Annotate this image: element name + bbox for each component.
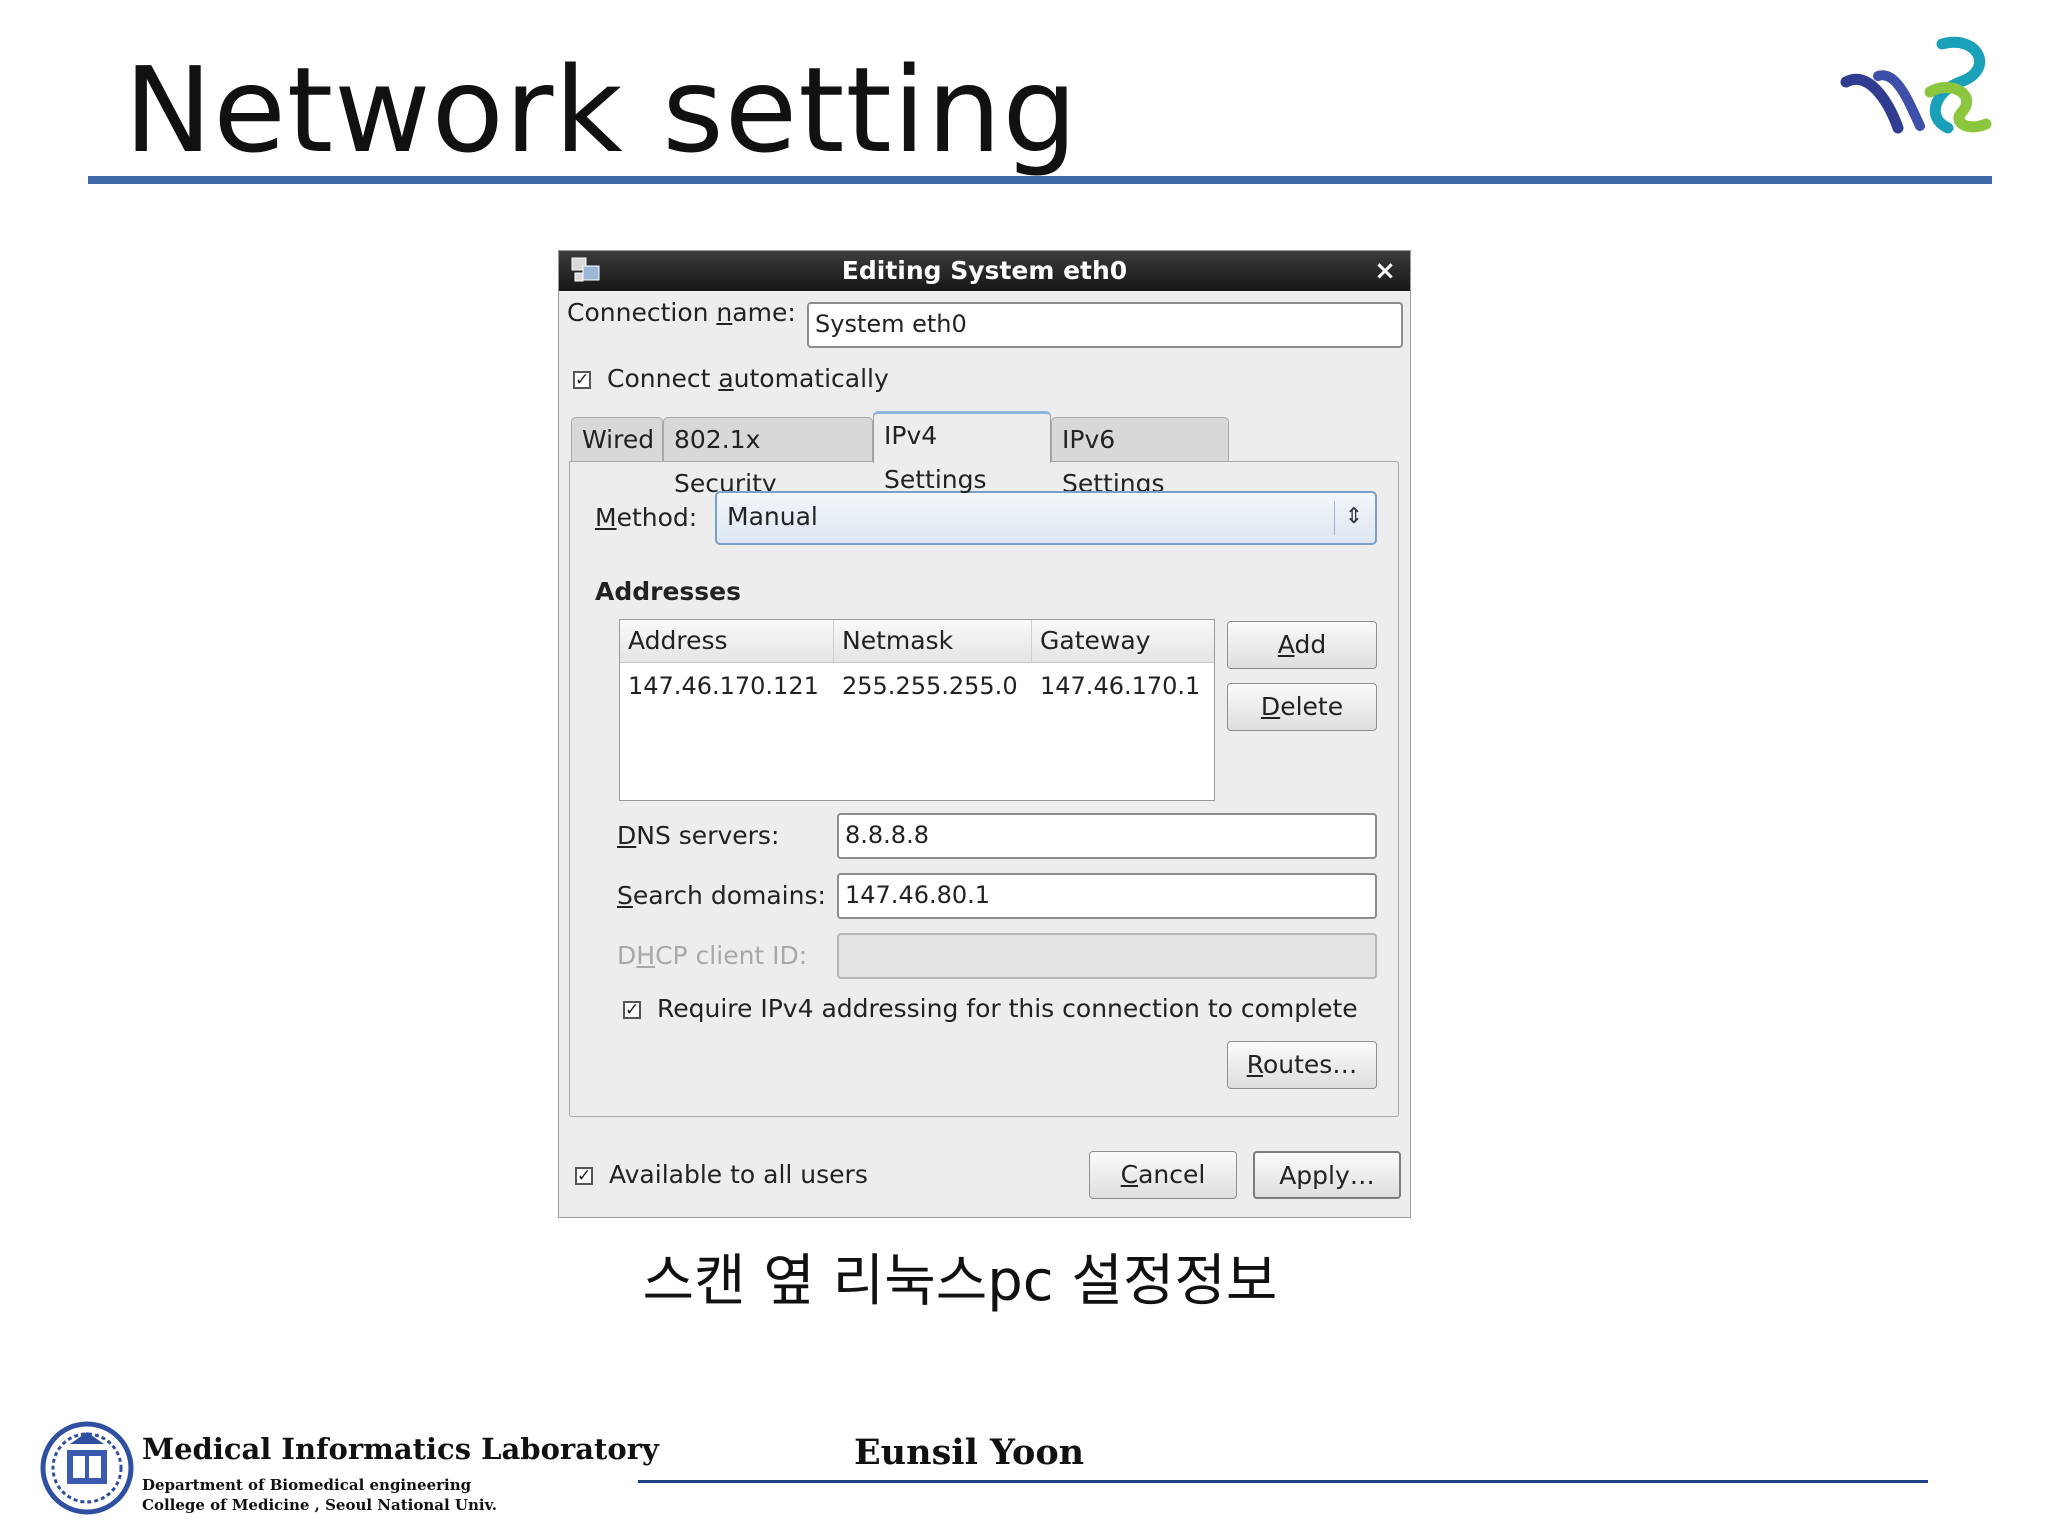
lab-logo [1840, 36, 1992, 134]
slide-caption: 스캔 옆 리눅스pc 설정정보 [642, 1249, 1278, 1314]
dns-servers-input[interactable]: 8.8.8.8 [837, 813, 1377, 859]
tab-wired[interactable]: Wired [571, 417, 663, 461]
require-ipv4-checkbox[interactable]: ✓ [623, 1001, 641, 1019]
column-header-address[interactable]: Address [620, 620, 834, 662]
title-divider [88, 176, 1992, 184]
combo-separator [1334, 501, 1335, 535]
dhcp-client-id-label: DHCP client ID: [617, 941, 808, 970]
routes-button[interactable]: Routes… [1227, 1041, 1377, 1089]
connection-name-label: Connection name: [567, 298, 796, 327]
delete-address-button[interactable]: Delete [1227, 683, 1377, 731]
address-cell: 147.46.170.121 [628, 672, 819, 700]
apply-button[interactable]: Apply… [1253, 1151, 1401, 1199]
table-header: Address Netmask Gateway [620, 620, 1214, 663]
lab-name: Medical Informatics Laboratory [142, 1432, 659, 1466]
dhcp-client-id-input [837, 933, 1377, 979]
require-ipv4-label: Require IPv4 addressing for this connect… [657, 994, 1358, 1023]
method-label: Method: [595, 503, 698, 532]
university-seal-logo [40, 1421, 134, 1515]
available-to-all-users-label: Available to all users [609, 1160, 868, 1189]
tab-802-1x-security[interactable]: 802.1x Security [663, 417, 873, 498]
slide-title: Network setting [124, 41, 1079, 179]
department-line: Department of Biomedical engineering [142, 1476, 472, 1494]
college-line: College of Medicine , Seoul National Uni… [142, 1496, 498, 1514]
search-domains-label: Search domains: [617, 881, 826, 910]
close-icon[interactable]: × [1370, 251, 1400, 291]
addresses-heading: Addresses [595, 577, 742, 606]
updown-chevron-icon: ⇕ [1344, 504, 1364, 529]
dialog-title: Editing System eth0 [841, 256, 1128, 285]
add-address-button[interactable]: Add [1227, 621, 1377, 669]
netmask-cell: 255.255.255.0 [842, 672, 1018, 700]
tab-ipv4-settings[interactable]: IPv4 Settings [873, 411, 1051, 494]
dns-servers-label: DNS servers: [617, 821, 780, 850]
available-to-all-users-checkbox[interactable]: ✓ [575, 1167, 593, 1185]
column-header-gateway[interactable]: Gateway [1032, 620, 1216, 662]
connect-automatically-label: Connect automatically [607, 364, 889, 393]
footer-divider [638, 1480, 1928, 1483]
addresses-table[interactable]: Address Netmask Gateway 147.46.170.121 2… [619, 619, 1215, 801]
gateway-cell: 147.46.170.1 [1040, 672, 1201, 700]
tab-ipv6-settings[interactable]: IPv6 Settings [1051, 417, 1229, 498]
edit-connection-dialog: Editing System eth0 × Connection name: S… [558, 250, 1411, 1218]
author-name: Eunsil Yoon [854, 1432, 1085, 1473]
connection-name-input[interactable]: System eth0 [807, 302, 1403, 348]
search-domains-input[interactable]: 147.46.80.1 [837, 873, 1377, 919]
column-header-netmask[interactable]: Netmask [834, 620, 1032, 662]
method-value: Manual [727, 502, 818, 531]
dialog-titlebar[interactable]: Editing System eth0 × [559, 251, 1410, 291]
method-select[interactable]: Manual ⇕ [715, 491, 1377, 545]
cancel-button[interactable]: Cancel [1089, 1151, 1237, 1199]
connect-automatically-checkbox[interactable]: ✓ [573, 371, 591, 389]
